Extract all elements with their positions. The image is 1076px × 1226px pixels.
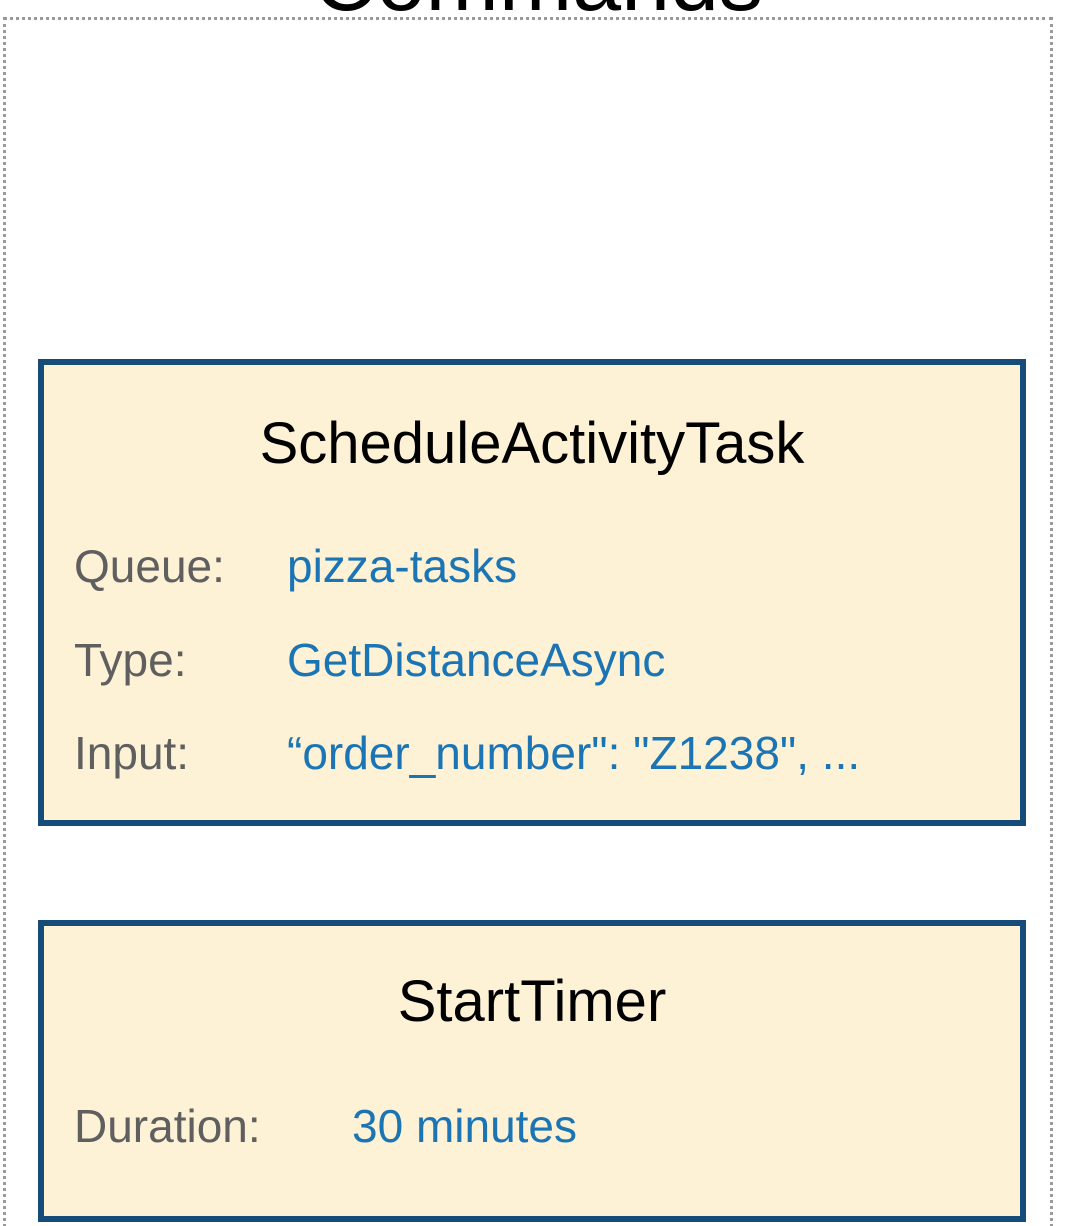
queue-label: Queue: [74, 540, 225, 592]
queue-value: pizza-tasks [287, 540, 518, 592]
type-value: GetDistanceAsync [287, 634, 666, 686]
input-value: “order_number": "Z1238", ... [287, 727, 861, 779]
start-timer-card: StartTimer Duration: 30 minutes [38, 920, 1026, 1222]
command-title: ScheduleActivityTask [259, 411, 805, 476]
schedule-activity-task-card: ScheduleActivityTask Queue: pizza-tasks … [38, 359, 1026, 826]
duration-value: 30 minutes [352, 1100, 578, 1152]
input-label: Input: [74, 727, 190, 779]
diagram-canvas: Commands ScheduleActivityTask Queue: piz… [0, 0, 1076, 1226]
type-label: Type: [74, 634, 187, 686]
duration-label: Duration: [74, 1100, 261, 1152]
command-title: StartTimer [397, 969, 667, 1034]
